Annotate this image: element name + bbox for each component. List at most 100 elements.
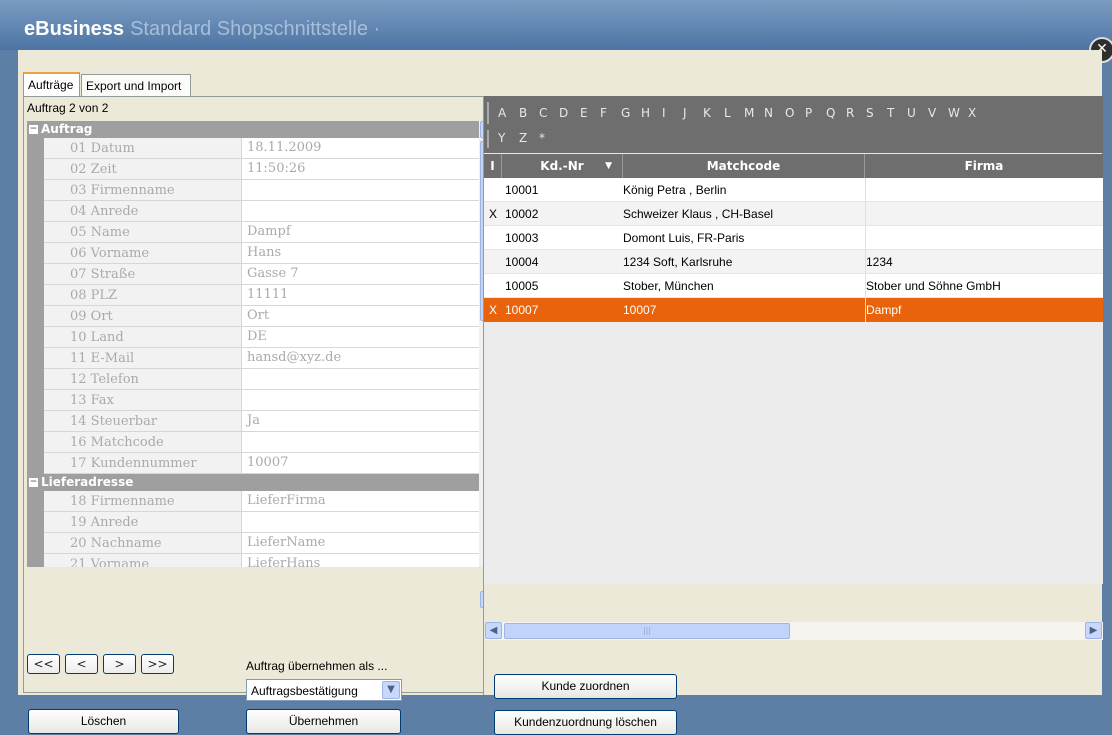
- property-row[interactable]: 12 Telefon: [27, 369, 479, 390]
- property-name: 04 Anrede: [44, 201, 241, 222]
- property-value[interactable]: LieferName: [241, 533, 479, 554]
- property-row[interactable]: 04 Anrede: [27, 201, 479, 222]
- letter-filter-b[interactable]: B: [519, 106, 527, 120]
- property-row[interactable]: 03 Firmenname: [27, 180, 479, 201]
- property-row[interactable]: 10 Land DE: [27, 327, 479, 348]
- table-row[interactable]: 10004 1234 Soft, Karlsruhe 1234: [484, 250, 1103, 274]
- letter-filter-s[interactable]: S: [866, 106, 874, 120]
- table-row[interactable]: X 10007 10007 Dampf: [484, 298, 1103, 322]
- property-value[interactable]: Ja: [241, 411, 479, 432]
- letter-filter-l[interactable]: L: [724, 106, 731, 120]
- letter-filter-c[interactable]: C: [539, 106, 547, 120]
- app-title-sub[interactable]: Standard Shopschnittstelle ·: [130, 18, 380, 40]
- property-value[interactable]: [241, 432, 479, 453]
- table-row[interactable]: 10005 Stober, München Stober und Söhne Gmb…: [484, 274, 1103, 298]
- scroll-right-icon[interactable]: ▶: [1085, 622, 1102, 639]
- letter-filter-i[interactable]: I: [662, 106, 666, 120]
- letter-filter-p[interactable]: P: [805, 106, 812, 120]
- property-value[interactable]: Dampf: [241, 222, 479, 243]
- table-row[interactable]: 10003 Domont Luis, FR-Paris: [484, 226, 1103, 250]
- collapse-icon[interactable]: −: [29, 478, 38, 487]
- scroll-thumb[interactable]: |||: [504, 623, 790, 639]
- letter-filter-e[interactable]: E: [580, 106, 588, 120]
- prev-record-button[interactable]: <: [65, 654, 98, 674]
- property-row[interactable]: 17 Kundennummer 10007: [27, 453, 479, 474]
- letter-filter-a[interactable]: A: [498, 106, 506, 120]
- property-row[interactable]: 21 Vorname LieferHans: [27, 554, 479, 567]
- property-value[interactable]: 11111: [241, 285, 479, 306]
- letter-filter-all[interactable]: *: [539, 131, 545, 145]
- letter-filter-w[interactable]: W: [948, 106, 960, 120]
- property-row[interactable]: 14 Steuerbar Ja: [27, 411, 479, 432]
- table-row[interactable]: 10001 König Petra , Berlin: [484, 178, 1103, 202]
- letter-filter-v[interactable]: V: [928, 106, 936, 120]
- property-row[interactable]: 11 E-Mail hansd@xyz.de: [27, 348, 479, 369]
- property-row[interactable]: 01 Datum 18.11.2009: [27, 138, 479, 159]
- letter-filter-o[interactable]: O: [785, 106, 794, 120]
- letter-filter-r[interactable]: R: [846, 106, 854, 120]
- category-lieferadresse[interactable]: − Lieferadresse: [27, 474, 479, 491]
- assign-customer-button[interactable]: Kunde zuordnen: [494, 674, 677, 699]
- property-row[interactable]: 08 PLZ 11111: [27, 285, 479, 306]
- tab-export-import[interactable]: Export und Import: [81, 74, 191, 96]
- property-row[interactable]: 02 Zeit 11:50:26: [27, 159, 479, 180]
- letter-filter-g[interactable]: G: [621, 106, 630, 120]
- col-header-firma[interactable]: Firma: [865, 154, 1103, 178]
- property-value[interactable]: [241, 390, 479, 411]
- category-auftrag[interactable]: − Auftrag: [27, 121, 479, 138]
- property-value[interactable]: 11:50:26: [241, 159, 479, 180]
- col-header-matchcode[interactable]: Matchcode: [623, 154, 865, 178]
- order-type-select[interactable]: Auftragsbestätigung ▼: [246, 679, 402, 701]
- apply-button[interactable]: Übernehmen: [246, 709, 401, 734]
- next-record-button[interactable]: >: [103, 654, 136, 674]
- table-row[interactable]: X 10002 Schweizer Klaus , CH-Basel: [484, 202, 1103, 226]
- property-value[interactable]: 18.11.2009: [241, 138, 479, 159]
- chevron-down-icon[interactable]: ▼: [382, 681, 400, 699]
- property-value[interactable]: 10007: [241, 453, 479, 474]
- property-value[interactable]: Hans: [241, 243, 479, 264]
- letter-filter-f[interactable]: F: [600, 106, 607, 120]
- property-row[interactable]: 05 Name Dampf: [27, 222, 479, 243]
- letter-filter-n[interactable]: N: [764, 106, 773, 120]
- collapse-icon[interactable]: −: [29, 125, 38, 134]
- property-row[interactable]: 19 Anrede: [27, 512, 479, 533]
- property-value[interactable]: LieferHans: [241, 554, 479, 567]
- property-row[interactable]: 13 Fax: [27, 390, 479, 411]
- letter-filter-x[interactable]: X: [968, 106, 976, 120]
- letter-filter-m[interactable]: M: [744, 106, 754, 120]
- delete-button[interactable]: Löschen: [28, 709, 179, 734]
- cell-kdnr: 10004: [505, 255, 539, 269]
- letter-filter-j[interactable]: J: [683, 106, 687, 120]
- property-row[interactable]: 06 Vorname Hans: [27, 243, 479, 264]
- property-value[interactable]: hansd@xyz.de: [241, 348, 479, 369]
- letter-filter-d[interactable]: D: [559, 106, 568, 120]
- letter-filter-t[interactable]: T: [887, 106, 894, 120]
- horizontal-scrollbar[interactable]: ◀ ||| ▶: [485, 622, 1103, 640]
- letter-filter-h[interactable]: H: [641, 106, 650, 120]
- col-header-kdnr[interactable]: Kd.-Nr ▼: [502, 154, 623, 178]
- col-header-i[interactable]: I: [484, 154, 502, 178]
- property-value[interactable]: [241, 369, 479, 390]
- property-value[interactable]: Gasse 7: [241, 264, 479, 285]
- letter-filter-q[interactable]: Q: [826, 106, 835, 120]
- unassign-customer-button[interactable]: Kundenzuordnung löschen: [494, 710, 677, 735]
- property-row[interactable]: 16 Matchcode: [27, 432, 479, 453]
- letter-filter-z[interactable]: Z: [519, 131, 527, 145]
- property-row[interactable]: 18 Firmenname LieferFirma: [27, 491, 479, 512]
- property-row[interactable]: 07 Straße Gasse 7: [27, 264, 479, 285]
- property-value[interactable]: LieferFirma: [241, 491, 479, 512]
- property-value[interactable]: [241, 180, 479, 201]
- property-row[interactable]: 20 Nachname LieferName: [27, 533, 479, 554]
- property-value[interactable]: [241, 201, 479, 222]
- letter-filter-y[interactable]: Y: [498, 131, 505, 145]
- last-record-button[interactable]: >>: [141, 654, 174, 674]
- first-record-button[interactable]: <<: [27, 654, 60, 674]
- property-value[interactable]: Ort: [241, 306, 479, 327]
- property-row[interactable]: 09 Ort Ort: [27, 306, 479, 327]
- scroll-left-icon[interactable]: ◀: [485, 622, 502, 639]
- property-value[interactable]: DE: [241, 327, 479, 348]
- letter-filter-u[interactable]: U: [907, 106, 916, 120]
- tab-auftraege[interactable]: Aufträge: [23, 72, 80, 96]
- letter-filter-k[interactable]: K: [703, 106, 711, 120]
- property-value[interactable]: [241, 512, 479, 533]
